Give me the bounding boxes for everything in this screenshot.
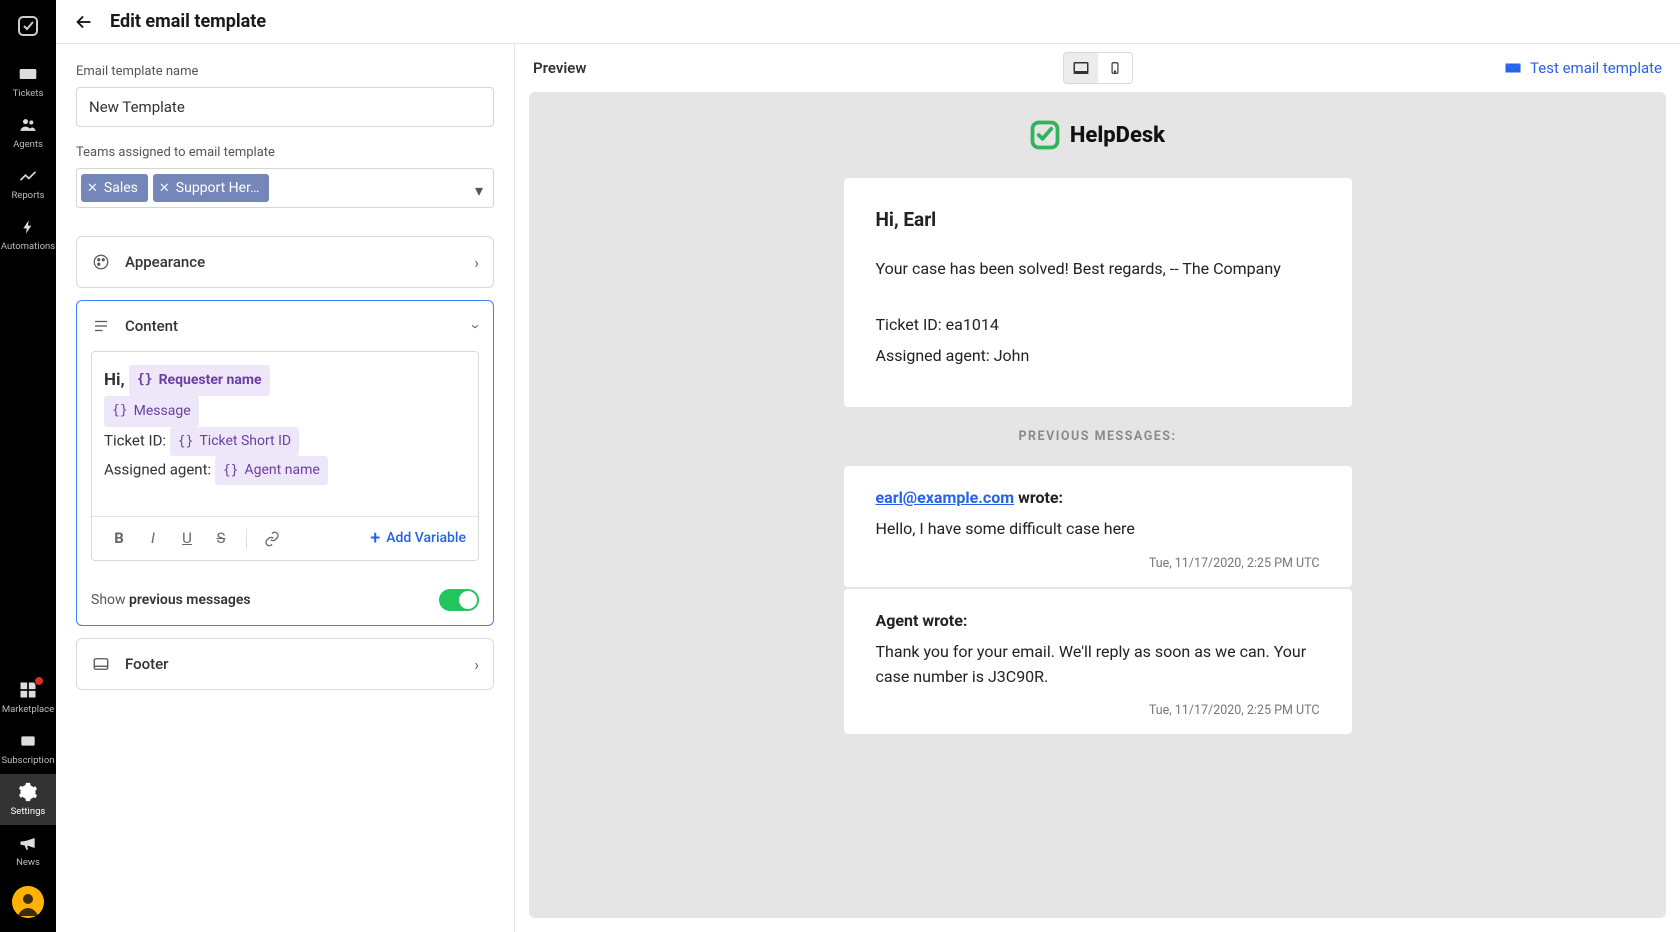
sidebar-item-label: Agents [13,139,43,150]
chevron-down-icon[interactable]: ▾ [475,181,483,200]
preview-title: Preview [533,59,586,77]
sidebar-item-reports[interactable]: Reports [0,158,56,209]
sidebar-item-automations[interactable]: Automations [0,209,56,260]
message-timestamp: Tue, 11/17/2020, 2:25 PM UTC [876,703,1320,718]
add-variable-button[interactable]: +Add Variable [370,525,466,552]
editor-column: Email template name Teams assigned to em… [56,44,514,932]
team-chip[interactable]: ✕Sales [81,174,148,202]
remove-chip-icon[interactable]: ✕ [87,181,98,196]
chevron-down-icon: › [467,324,486,329]
panel-footer: Footer › [76,638,494,690]
preview-assigned-agent: Assigned agent: John [876,346,1320,365]
chevron-right-icon: › [474,655,479,674]
footer-icon [91,654,111,674]
message-from-label: Agent wrote: [876,611,1320,630]
marketplace-icon [16,678,40,702]
bold-button[interactable]: B [104,524,134,554]
sidebar-item-label: Reports [11,190,44,201]
sidebar-item-agents[interactable]: Agents [0,107,56,158]
panel-appearance: Appearance › [76,236,494,288]
panel-title: Footer [125,655,168,673]
content-editor[interactable]: Hi, {}Requester name {}Message Ticket ID… [91,351,479,561]
notification-badge [34,676,44,686]
preview-header: Preview Test email template [515,44,1680,92]
sidebar-item-settings[interactable]: Settings [0,774,56,825]
automations-icon [16,215,40,239]
sidebar-item-marketplace[interactable]: Marketplace [0,672,56,723]
template-name-label: Email template name [76,64,494,79]
panel-content: Content › Hi, {}Requester name {}Message… [76,300,494,626]
variable-agent-name[interactable]: {}Agent name [215,456,328,485]
agents-icon [16,113,40,137]
message-from-email[interactable]: earl@example.com [876,488,1015,507]
template-name-input[interactable] [76,87,494,127]
preview-main-card: Hi, Earl Your case has been solved! Best… [844,178,1352,407]
panel-title: Content [125,317,178,335]
page-header: Edit email template [56,0,1680,44]
content-icon [91,316,111,336]
helpdesk-logo-icon [1030,120,1060,150]
italic-button[interactable]: I [138,524,168,554]
reports-icon [16,164,40,188]
sidebar-item-label: Settings [11,806,46,817]
sidebar-item-label: Marketplace [2,704,54,715]
sidebar-item-label: Tickets [13,88,44,99]
mobile-preview-button[interactable] [1098,53,1132,83]
main: Edit email template Email template name … [56,0,1680,932]
back-button[interactable] [72,10,96,34]
preview-body: Your case has been solved! Best regards,… [876,257,1320,281]
panel-footer-header[interactable]: Footer › [77,639,493,689]
editor-toolbar: B I U S +Add Variable [92,516,478,560]
panel-content-header[interactable]: Content › [77,301,493,351]
preview-message-card: earl@example.com wrote: Hello, I have so… [844,466,1352,587]
panel-appearance-header[interactable]: Appearance › [77,237,493,287]
sidebar-item-news[interactable]: News [0,825,56,876]
variable-message[interactable]: {}Message [104,396,199,427]
app-logo [0,4,56,48]
message-timestamp: Tue, 11/17/2020, 2:25 PM UTC [876,556,1320,571]
preview-greeting: Hi, Earl [876,208,1320,231]
ticket-icon [16,62,40,86]
sidebar-item-tickets[interactable]: Tickets [0,56,56,107]
panel-title: Appearance [125,253,205,271]
strikethrough-button[interactable]: S [206,524,236,554]
avatar[interactable] [12,886,44,918]
news-icon [16,831,40,855]
message-body: Hello, I have some difficult case here [876,517,1320,542]
variable-ticket-short-id[interactable]: {}Ticket Short ID [170,427,299,456]
previous-messages-title: PREVIOUS MESSAGES: [844,429,1352,444]
desktop-preview-button[interactable] [1064,53,1098,83]
preview-canvas: HelpDesk Hi, Earl Your case has been sol… [529,92,1666,918]
sidebar-item-label: Automations [1,241,55,252]
show-previous-toggle[interactable] [439,589,479,611]
sidebar-item-label: News [16,857,40,868]
device-switch [1063,52,1133,84]
test-email-button[interactable]: Test email template [1504,59,1662,77]
message-body: Thank you for your email. We'll reply as… [876,640,1320,690]
palette-icon [91,252,111,272]
teams-select[interactable]: ✕Sales ✕Support Her… ▾ [76,168,494,208]
sidebar: Tickets Agents Reports Automations Marke… [0,0,56,932]
subscription-icon [16,729,40,753]
preview-ticket-id: Ticket ID: ea1014 [876,315,1320,334]
preview-brand: HelpDesk [844,120,1352,150]
chevron-right-icon: › [474,253,479,272]
gear-icon [16,780,40,804]
underline-button[interactable]: U [172,524,202,554]
preview-column: Preview Test email template HelpDesk [514,44,1680,932]
sidebar-item-subscription[interactable]: Subscription [0,723,56,774]
teams-label: Teams assigned to email template [76,145,494,160]
team-chip[interactable]: ✕Support Her… [153,174,269,202]
sidebar-item-label: Subscription [1,755,54,766]
link-button[interactable] [257,524,287,554]
preview-message-card: Agent wrote: Thank you for your email. W… [844,589,1352,735]
page-title: Edit email template [110,11,266,32]
remove-chip-icon[interactable]: ✕ [159,181,170,196]
variable-requester-name[interactable]: {}Requester name [129,365,270,396]
show-previous-messages-row: Show previous messages [77,575,493,625]
